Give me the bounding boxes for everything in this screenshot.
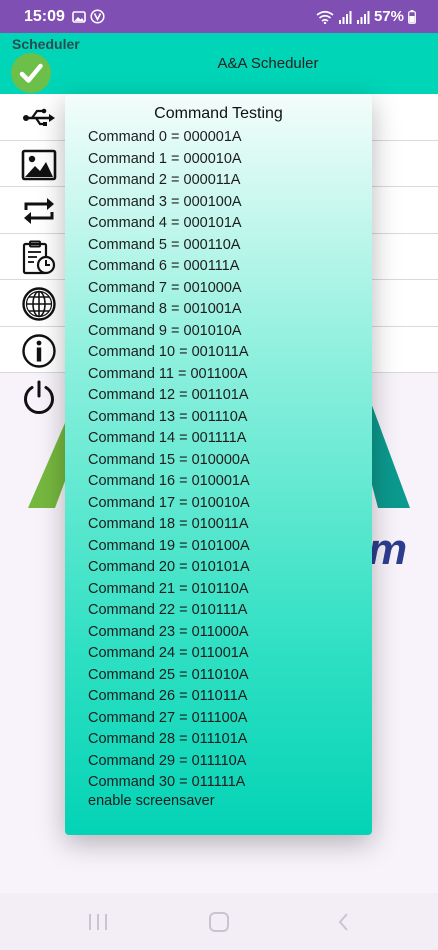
command-item[interactable]: Command 13 = 001110A: [88, 407, 250, 429]
battery-percent: 57%: [373, 8, 404, 25]
info-icon: [22, 333, 56, 368]
command-item[interactable]: Command 7 = 001000A: [88, 278, 250, 300]
command-item[interactable]: Command 10 = 001011A: [88, 342, 250, 364]
logo-fragment-text: m: [368, 525, 408, 574]
command-testing-dialog: Command Testing Command 0 = 000001A Comma…: [65, 94, 372, 835]
v-circle-icon: [90, 9, 105, 24]
command-item[interactable]: Command 20 = 010101A: [88, 557, 250, 579]
command-item[interactable]: Command 11 = 001100A: [88, 364, 250, 386]
repeat-icon: [24, 198, 54, 224]
command-item[interactable]: Command 1 = 000010A: [88, 149, 250, 171]
command-item[interactable]: Command 15 = 010000A: [88, 450, 250, 472]
battery-icon: [408, 9, 416, 24]
status-bar: 15:09 57%: [0, 0, 438, 33]
wifi-icon: [316, 10, 334, 24]
usb-icon: [23, 108, 55, 126]
command-list: Command 0 = 000001A Command 1 = 000010A Co…: [88, 127, 250, 794]
app-bar: Scheduler A&A Scheduler: [0, 33, 438, 94]
command-item[interactable]: Command 22 = 010111A: [88, 600, 250, 622]
command-item[interactable]: Command 2 = 000011A: [88, 170, 250, 192]
recents-icon[interactable]: [86, 911, 110, 933]
navigation-bar: [0, 893, 438, 950]
app-title: A&A Scheduler: [217, 55, 319, 72]
image-icon: [21, 149, 57, 180]
command-item[interactable]: Command 18 = 010011A: [88, 514, 250, 536]
command-item[interactable]: Command 21 = 010110A: [88, 579, 250, 601]
enable-screensaver-option[interactable]: enable screensaver: [88, 793, 215, 809]
command-item[interactable]: Command 8 = 001001A: [88, 299, 250, 321]
back-icon[interactable]: [332, 911, 356, 933]
command-item[interactable]: Command 23 = 011000A: [88, 622, 250, 644]
status-right: 57%: [316, 8, 416, 25]
command-item[interactable]: Command 9 = 001010A: [88, 321, 250, 343]
command-item[interactable]: Command 12 = 001101A: [88, 385, 250, 407]
command-item[interactable]: Command 30 = 011111A: [88, 772, 250, 794]
command-item[interactable]: Command 26 = 011011A: [88, 686, 250, 708]
home-icon[interactable]: [207, 911, 231, 933]
command-item[interactable]: Command 28 = 011101A: [88, 729, 250, 751]
signal-icon: [338, 10, 352, 24]
status-time: 15:09: [24, 8, 65, 25]
globe-icon: [22, 287, 56, 321]
signal-icon: [356, 10, 370, 24]
command-item[interactable]: Command 25 = 011010A: [88, 665, 250, 687]
power-icon: [24, 380, 54, 414]
dialog-title: Command Testing: [154, 105, 283, 122]
command-item[interactable]: Command 27 = 011100A: [88, 708, 250, 730]
command-item[interactable]: Command 14 = 001111A: [88, 428, 250, 450]
command-item[interactable]: Command 4 = 000101A: [88, 213, 250, 235]
command-item[interactable]: Command 29 = 011110A: [88, 751, 250, 773]
command-item[interactable]: Command 24 = 011001A: [88, 643, 250, 665]
command-item[interactable]: Command 17 = 010010A: [88, 493, 250, 515]
command-item[interactable]: Command 6 = 000111A: [88, 256, 250, 278]
schedule-icon: [22, 240, 56, 274]
image-icon: [72, 11, 86, 23]
command-item[interactable]: Command 19 = 010100A: [88, 536, 250, 558]
app-short-title: Scheduler: [12, 36, 80, 52]
command-item[interactable]: Command 16 = 010001A: [88, 471, 250, 493]
command-item[interactable]: Command 3 = 000100A: [88, 192, 250, 214]
command-item[interactable]: Command 5 = 000110A: [88, 235, 250, 257]
command-item[interactable]: Command 0 = 000001A: [88, 127, 250, 149]
